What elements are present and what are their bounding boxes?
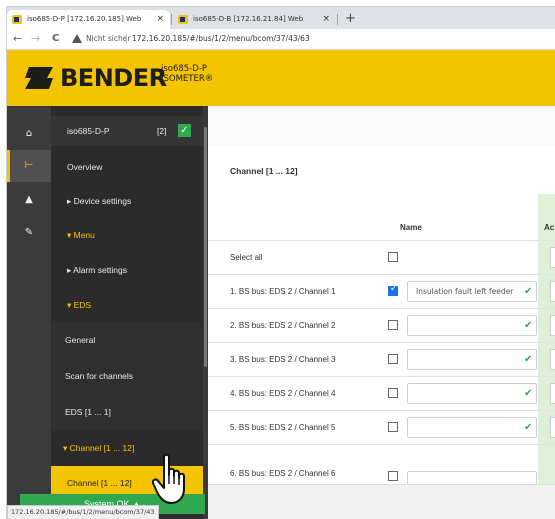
select-all-checkbox[interactable] [388, 252, 398, 262]
channel-checkbox[interactable] [388, 388, 398, 398]
channel-name-input[interactable] [407, 417, 537, 438]
channel-checkbox[interactable] [388, 471, 398, 481]
reload-icon[interactable]: C [52, 31, 59, 47]
select-all-label: Select all [230, 253, 263, 262]
tab-separator [337, 14, 338, 25]
security-status[interactable]: Nicht sicher [86, 29, 130, 49]
tab-close-icon[interactable]: × [322, 10, 330, 29]
tab-separator [171, 14, 172, 25]
rail-tree[interactable]: ⊢ [7, 150, 51, 182]
product-name: iso685-D-P [161, 64, 208, 74]
select-all-row: Select all [208, 240, 555, 274]
channel-name-input[interactable] [407, 349, 537, 370]
wrench-icon: ✎ [24, 227, 34, 238]
sidebar-item-eds[interactable]: ▾ EDS [51, 288, 205, 322]
new-tab-icon[interactable]: + [345, 9, 356, 28]
column-header-name: Name [400, 223, 422, 232]
valid-check-icon: ✔ [524, 388, 533, 399]
table-row: 6. BS bus: EDS 2 / Channel 6 [208, 444, 555, 485]
warning-icon: ▲ [25, 194, 33, 205]
tab-title: iso685-D-P [172.16.20.185] Web [27, 15, 142, 23]
channel-checkbox[interactable] [388, 284, 398, 296]
tree-icon: ⊢ [24, 160, 34, 171]
channel-label: 1. BS bus: EDS 2 / Channel 1 [230, 287, 336, 296]
channel-checkbox[interactable] [388, 320, 398, 330]
back-icon[interactable]: ← [13, 31, 22, 47]
active-toggle[interactable] [550, 417, 555, 438]
valid-check-icon: ✔ [524, 354, 533, 365]
valid-check-icon: ✔ [524, 320, 533, 331]
tab-title: iso685-D-B [172.16.21.84] Web [193, 15, 304, 23]
main-content: Channel [1 ... 12] Name Ac Select all 1.… [208, 106, 555, 519]
content-top-bar [208, 106, 555, 146]
bender-favicon-icon [178, 15, 188, 24]
channel-label: 6. BS bus: EDS 2 / Channel 6 [230, 469, 336, 478]
channel-checkbox[interactable] [388, 422, 398, 432]
channel-name-input[interactable] [407, 315, 537, 336]
active-toggle[interactable] [550, 315, 555, 336]
valid-check-icon: ✔ [524, 286, 533, 297]
home-icon: ⌂ [25, 128, 33, 139]
browser-tab-active[interactable]: iso685-D-P [172.16.20.185] Web × [7, 10, 170, 29]
icon-rail: ⌂ ⊢ ▲ ✎ [7, 106, 51, 519]
sidebar-item-general[interactable]: General [51, 322, 205, 358]
browser-window: iso685-D-P [172.16.20.185] Web × iso685-… [6, 6, 555, 519]
status-ok-icon: ✓ [178, 124, 191, 137]
device-count: [2] [157, 126, 167, 136]
channel-label: 2. BS bus: EDS 2 / Channel 2 [230, 321, 336, 330]
horizontal-scrollbar[interactable] [208, 484, 555, 519]
sidebar-item-menu[interactable]: ▾ Menu [51, 218, 205, 252]
page-title: Channel [1 ... 12] [230, 166, 298, 176]
warning-icon[interactable] [72, 34, 82, 43]
address-bar: ← → C Nicht sicher 172.16.20.185/#/bus/1… [7, 29, 555, 50]
table-row: 4. BS bus: EDS 2 / Channel 4 ✔ [208, 376, 555, 410]
device-name: iso685-D-P [67, 126, 110, 136]
hand-cursor-icon [152, 453, 185, 504]
channel-checkbox[interactable] [388, 354, 398, 364]
channel-name-input[interactable]: Insulation fault left feeder [407, 281, 537, 302]
sidebar-item-device-settings[interactable]: ▸ Device settings [51, 184, 205, 218]
browser-tab[interactable]: iso685-D-B [172.16.21.84] Web × [173, 10, 336, 29]
sidebar-device[interactable]: iso685-D-P [2] ✓ [51, 116, 205, 146]
channel-label: 5. BS bus: EDS 2 / Channel 5 [230, 423, 336, 432]
brand-name: BENDER [60, 64, 167, 92]
app-header: BENDER iso685-D-P ISOMETER® [7, 50, 555, 106]
valid-check-icon: ✔ [524, 422, 533, 433]
rail-home[interactable]: ⌂ [7, 118, 51, 150]
channel-name-input[interactable] [407, 471, 537, 485]
table-row: 3. BS bus: EDS 2 / Channel 3 ✔ [208, 342, 555, 376]
active-toggle[interactable] [550, 383, 555, 404]
rail-alarms[interactable]: ▲ [7, 184, 51, 216]
table-row: 1. BS bus: EDS 2 / Channel 1 Insulation … [208, 274, 555, 308]
channel-label: 3. BS bus: EDS 2 / Channel 3 [230, 355, 336, 364]
column-header-active: Ac [544, 223, 555, 232]
bender-favicon-icon [12, 15, 22, 24]
url-divider [126, 34, 127, 44]
sidebar-item-alarm-settings[interactable]: ▸ Alarm settings [51, 252, 205, 288]
table-row: 5. BS bus: EDS 2 / Channel 5 ✔ [208, 410, 555, 444]
table-row: 2. BS bus: EDS 2 / Channel 2 ✔ [208, 308, 555, 342]
forward-icon[interactable]: → [31, 31, 40, 47]
active-toggle[interactable] [550, 247, 555, 268]
sidebar-item-eds-range[interactable]: EDS [1 ... 1] [51, 394, 205, 430]
active-toggle[interactable] [550, 281, 555, 302]
tab-close-icon[interactable]: × [156, 10, 164, 29]
sidebar-scroll-thumb[interactable] [204, 127, 207, 367]
tab-strip: iso685-D-P [172.16.20.185] Web × iso685-… [7, 7, 555, 29]
sidebar-item-overview[interactable]: Overview [51, 150, 205, 184]
sidebar-item-scan-for-channels[interactable]: Scan for channels [51, 358, 205, 394]
channel-name-input[interactable] [407, 383, 537, 404]
product-subtitle: ISOMETER® [161, 74, 214, 84]
channel-label: 4. BS bus: EDS 2 / Channel 4 [230, 389, 336, 398]
bender-logo-icon [25, 67, 53, 89]
status-bar-url: 172.16.20.185/#/bus/1/2/menu/bcom/37/43 [7, 505, 159, 519]
rail-tools[interactable]: ✎ [7, 217, 51, 249]
active-toggle[interactable] [550, 349, 555, 370]
url-field[interactable]: 172.16.20.185/#/bus/1/2/menu/bcom/37/43/… [132, 29, 310, 49]
